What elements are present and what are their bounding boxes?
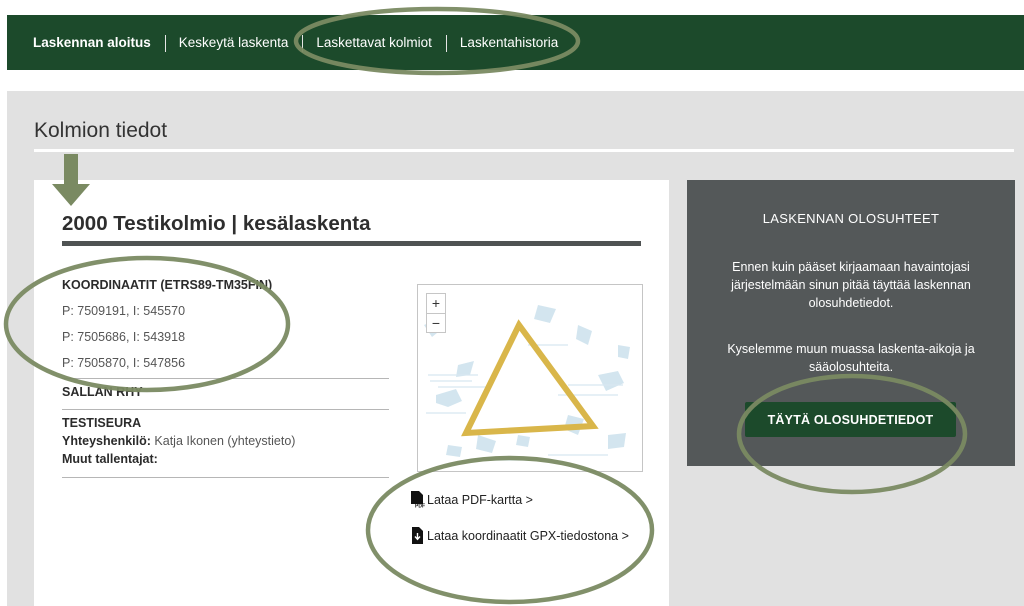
card-title: 2000 Testikolmio | kesälaskenta [62, 212, 371, 235]
nav-item-laskentahistoria[interactable]: Laskentahistoria [445, 35, 572, 52]
nav-item-keskeyta-laskenta[interactable]: Keskeytä laskenta [164, 35, 303, 52]
download-gpx-label: Lataa koordinaatit GPX-tiedostona > [427, 528, 629, 543]
arrow-down-icon [52, 154, 90, 206]
section-title: Kolmion tiedot [34, 119, 168, 142]
triangle-map[interactable]: + − [417, 284, 643, 472]
conditions-text-1: Ennen kuin pääset kirjaamaan havaintojas… [731, 260, 971, 310]
coordinate-3: P: 7505870, I: 547856 [62, 356, 186, 370]
fill-conditions-button[interactable]: TÄYTÄ OLOSUHDETIEDOT [745, 402, 956, 437]
content-area: Kolmion tiedot 2000 Testikolmio | kesäla… [7, 91, 1024, 606]
map-canvas [424, 305, 630, 461]
conditions-text-2: Kyselemme muun muassa laskenta-aikoja ja… [727, 342, 975, 374]
main-nav: Laskennan aloitus Keskeytä laskenta Lask… [7, 15, 1024, 70]
conditions-title: LASKENNAN OLOSUHTEET [762, 211, 940, 226]
other-recorders-label: Muut tallentajat: [62, 452, 158, 466]
download-pdf-label: Lataa PDF-kartta > [427, 492, 533, 507]
club-name: TESTISEURA [62, 416, 142, 430]
contact-label: Yhteyshenkilö: [62, 434, 151, 448]
svg-text:PDF: PDF [415, 504, 425, 509]
coordinate-2: P: 7505686, I: 543918 [62, 330, 186, 344]
card-title-divider [62, 241, 641, 246]
association-name: SALLAN RHY [62, 385, 143, 399]
triangle-details: KOORDINAATIT (ETRS89-TM35FIN) P: 7509191… [62, 278, 389, 478]
section-divider [34, 149, 1014, 152]
coordinates-heading: KOORDINAATIT (ETRS89-TM35FIN) [62, 278, 273, 292]
zoom-out-button[interactable]: − [427, 313, 445, 332]
divider [62, 477, 389, 478]
coordinate-1: P: 7509191, I: 545570 [62, 304, 186, 318]
download-file-icon [412, 527, 423, 544]
contact-value[interactable]: Katja Ikonen (yhteystieto) [154, 434, 295, 448]
page: Laskennan aloitus Keskeytä laskenta Lask… [0, 0, 1024, 606]
contact-person: Yhteyshenkilö: Katja Ikonen (yhteystieto… [62, 434, 389, 450]
pdf-file-icon: PDF [411, 491, 425, 509]
download-pdf-link[interactable]: PDF Lataa PDF-kartta > [410, 491, 533, 508]
map-zoom-control: + − [426, 293, 446, 333]
nav-item-laskennan-aloitus[interactable]: Laskennan aloitus [33, 35, 165, 50]
conditions-panel: LASKENNAN OLOSUHTEET Ennen kuin pääset k… [687, 180, 1015, 466]
download-gpx-link[interactable]: Lataa koordinaatit GPX-tiedostona > [410, 527, 629, 544]
nav-item-laskettavat-kolmiot[interactable]: Laskettavat kolmiot [302, 35, 446, 52]
triangle-info-card: 2000 Testikolmio | kesälaskenta KOORDINA… [34, 180, 669, 606]
zoom-in-button[interactable]: + [427, 294, 445, 313]
